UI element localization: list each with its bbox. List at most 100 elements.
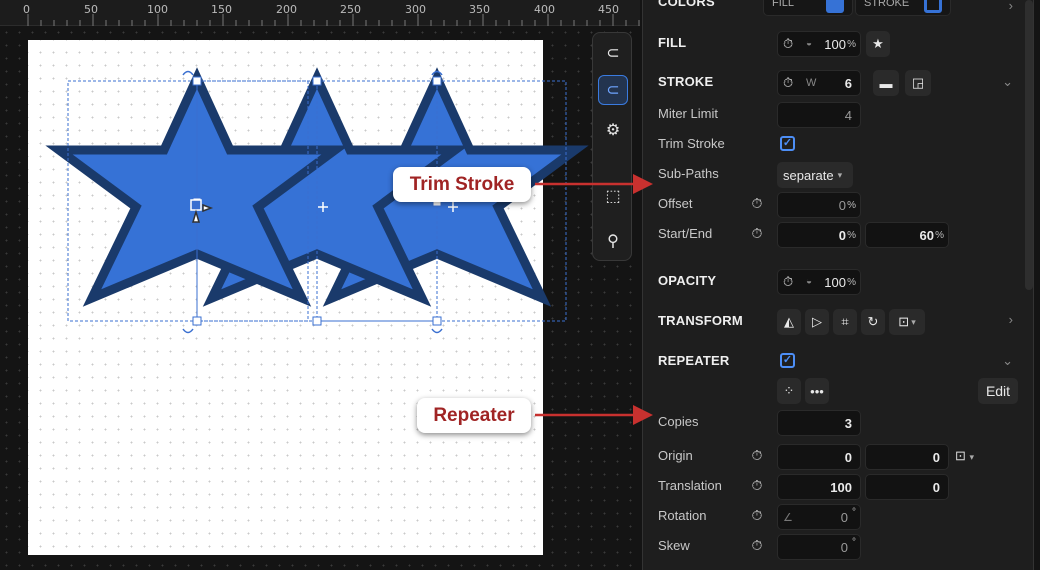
miter-limit-row: Miter Limit 4 [643,100,1033,128]
fill-row: FILL ⏱ ◒ 100 % ★ [643,29,1033,57]
stopwatch-icon[interactable]: ⏱ [749,225,765,241]
fill-section-title: FILL [658,35,687,50]
offset-unit: % [847,200,856,211]
trim-stroke-callout: Trim Stroke [393,167,531,202]
offset-row: Offset ⏱ 0 % [643,190,1033,218]
transform-section-title: TRANSFORM [658,313,743,328]
trim-stroke-label: Trim Stroke [658,136,725,151]
flip-vertical-icon[interactable]: ▷ [805,309,829,335]
trim-end-value: 60 [919,228,934,243]
repeater-row: REPEATER ✓ ⌄ [643,347,1033,375]
translation-row: Translation ⏱ 100 0 [643,472,1033,500]
fill-color-swatch[interactable] [826,0,844,13]
flip-horizontal-icon[interactable]: ◭ [777,309,801,335]
rotate-icon[interactable]: ↻ [861,309,885,335]
sub-paths-label: Sub-Paths [658,166,719,181]
stroke-row: STROKE ⏱ W 6 ▬ ◲ ⌄ [643,68,1033,96]
stopwatch-icon[interactable]: ⏱ [749,507,765,523]
offset-value: 0 [838,198,846,213]
fill-opacity-field[interactable]: ⏱ ◒ 100 % [777,31,861,57]
trim-start-field[interactable]: 0 % [777,222,861,248]
fill-color-field[interactable]: FILL [763,0,853,16]
miter-limit-value: 4 [844,108,852,123]
skew-unit: ° [852,537,856,548]
opacity-row: OPACITY ⏱ ◒ 100 % [643,267,1033,295]
anchor-point-menu-icon[interactable]: ⊡ ▾ [889,309,925,335]
start-end-label: Start/End [658,226,713,241]
origin-y-field[interactable]: 0 [865,444,949,470]
repeater-section-title: REPEATER [658,353,730,368]
fill-color-label: FILL [772,0,795,9]
colors-section-title: COLORS [658,0,715,9]
start-end-row: Start/End ⏱ 0 % 60 % [643,220,1033,248]
repeater-checkbox[interactable]: ✓ [780,353,795,368]
crop-transform-icon[interactable]: ⌗ [833,309,857,335]
origin-x-field[interactable]: 0 [777,444,861,470]
skew-label: Skew [658,538,690,553]
stroke-cap-icon[interactable]: ▬ [873,70,899,96]
stopwatch-icon[interactable]: ⏱ [783,36,793,52]
dropdown-caret-icon: ▾ [837,169,843,180]
opacity-unit: % [847,277,856,288]
linear-repeat-icon[interactable]: ••• [805,378,829,404]
stopwatch-icon[interactable]: ⏱ [749,195,765,211]
trim-end-unit: % [935,230,944,241]
trim-end-field[interactable]: 60 % [865,222,949,248]
skew-value: 0 [840,540,848,555]
edit-button[interactable]: Edit [978,378,1018,404]
properties-panel: COLORS FILL STROKE › FILL ⏱ ◒ 100 % ★ ST… [642,0,1034,570]
translation-y-field[interactable]: 0 [865,474,949,500]
trim-stroke-checkbox[interactable]: ✓ [780,136,795,151]
copies-field[interactable]: 3 [777,410,861,436]
miter-limit-field[interactable]: 4 [777,102,861,128]
angle-icon: ∠ [783,512,793,524]
stopwatch-icon[interactable]: ⏱ [783,274,793,290]
chevron-right-icon[interactable]: › [1009,312,1013,327]
stroke-color-label: STROKE [864,0,910,9]
chevron-down-icon[interactable]: ⌄ [1002,74,1013,90]
anchor-point-menu-icon[interactable]: ⊡ ▾ [955,448,974,464]
opacity-drop-icon: ◒ [806,276,813,287]
repeater-callout: Repeater [417,398,531,433]
chevron-down-icon[interactable]: ⌄ [1002,353,1013,369]
sub-paths-select[interactable]: separate ▾ [777,162,853,188]
origin-y-value: 0 [932,450,940,465]
skew-row: Skew ⏱ 0 ° [643,532,1033,560]
stroke-color-field[interactable]: STROKE [855,0,951,16]
fill-opacity-unit: % [847,39,856,50]
stopwatch-icon[interactable]: ⏱ [749,477,765,493]
translation-x-value: 100 [830,480,852,495]
offset-field[interactable]: 0 % [777,192,861,218]
trim-start-value: 0 [838,228,846,243]
sub-paths-value: separate [783,167,834,183]
magnet-icon[interactable]: ⊂ [598,38,628,68]
skew-field[interactable]: 0 ° [777,534,861,560]
opacity-drop-icon: ◒ [806,38,813,49]
stroke-width-letter: W [806,77,817,89]
stroke-color-swatch[interactable] [924,0,942,13]
opacity-value: 100 [824,275,846,290]
opacity-field[interactable]: ⏱ ◒ 100 % [777,269,861,295]
stroke-width-field[interactable]: ⏱ W 6 [777,70,861,96]
translation-x-field[interactable]: 100 [777,474,861,500]
stopwatch-icon[interactable]: ⏱ [783,75,793,91]
chevron-right-icon[interactable]: › [1009,0,1013,13]
snap-icon[interactable]: ⊂ [598,75,628,105]
stars-stage[interactable] [0,0,640,570]
stopwatch-icon[interactable]: ⏱ [749,447,765,463]
rotation-field[interactable]: ∠ 0 ° [777,504,861,530]
star-icon[interactable]: ★ [866,31,890,57]
gear-icon[interactable]: ⚙ [598,115,628,145]
rotation-label: Rotation [658,508,707,523]
copies-row: Copies 3 [643,408,1033,436]
origin-label: Origin [658,448,693,463]
sub-paths-row: Sub-Paths separate ▾ [643,160,1033,188]
offset-label: Offset [658,196,693,211]
stroke-width-value: 6 [844,76,852,91]
crop-icon[interactable]: ⬚ [598,181,628,211]
stroke-join-icon[interactable]: ◲ [905,70,931,96]
stopwatch-icon[interactable]: ⏱ [749,537,765,553]
radial-repeat-icon[interactable]: ⁘ [777,378,801,404]
opacity-section-title: OPACITY [658,273,717,288]
zoom-icon[interactable]: ⚲ [598,226,628,256]
